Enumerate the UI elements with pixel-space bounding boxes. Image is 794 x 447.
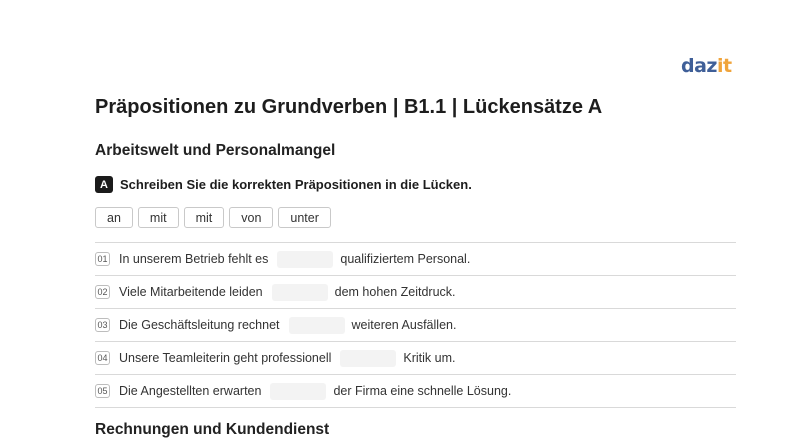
task-instruction: A Schreiben Sie die korrekten Präpositio… [95, 176, 472, 193]
word-chip[interactable]: an [95, 207, 133, 228]
sentence-start: Unsere Teamleiterin geht professionell [119, 351, 332, 365]
section-heading: Rechnungen und Kundendienst [95, 421, 330, 438]
sentence-start: Die Angestellten erwarten [119, 384, 262, 398]
section-heading: Arbeitswelt und Personalmangel [95, 142, 336, 159]
answer-gap[interactable] [340, 349, 397, 367]
sentence-end: der Firma eine schnelle Lösung. [333, 384, 512, 398]
row-number: 04 [95, 351, 110, 365]
task-text: Schreiben Sie die korrekten Präpositione… [120, 177, 472, 192]
dazit-logo: dazit [681, 55, 732, 77]
logo-text-it: it [716, 55, 732, 77]
exercise-row: 04 Unsere Teamleiterin geht professionel… [95, 342, 736, 375]
word-chip[interactable]: von [229, 207, 274, 228]
sentence-end: weiteren Ausfällen. [351, 318, 457, 332]
row-number: 03 [95, 318, 110, 332]
word-chip[interactable]: unter [278, 207, 331, 228]
row-number: 02 [95, 285, 110, 299]
exercise-list: 01 In unserem Betrieb fehlt es qualifizi… [95, 242, 736, 408]
row-number: 01 [95, 252, 110, 266]
sentence-start: Viele Mitarbeitende leiden [119, 285, 263, 299]
answer-gap[interactable] [271, 283, 328, 301]
exercise-row: 03 Die Geschäftsleitung rechnet weiteren… [95, 309, 736, 342]
answer-gap[interactable] [270, 382, 327, 400]
sentence-end: Kritik um. [403, 351, 456, 365]
word-chip[interactable]: mit [137, 207, 179, 228]
sentence-end: qualifiziertem Personal. [340, 252, 471, 266]
answer-gap[interactable] [288, 316, 345, 334]
task-badge: A [95, 176, 113, 193]
answer-gap[interactable] [277, 250, 334, 268]
logo-text-daz: daz [681, 55, 717, 77]
sentence-end: dem hohen Zeitdruck. [334, 285, 456, 299]
exercise-row: 01 In unserem Betrieb fehlt es qualifizi… [95, 243, 736, 276]
sentence-start: In unserem Betrieb fehlt es [119, 252, 269, 266]
exercise-row: 02 Viele Mitarbeitende leiden dem hohen … [95, 276, 736, 309]
exercise-row: 05 Die Angestellten erwarten der Firma e… [95, 375, 736, 408]
row-number: 05 [95, 384, 110, 398]
word-chip[interactable]: mit [183, 207, 225, 228]
sentence-start: Die Geschäftsleitung rechnet [119, 318, 280, 332]
page-title: Präpositionen zu Grundverben | B1.1 | Lü… [95, 96, 603, 118]
word-bank: an mit mit von unter [95, 207, 331, 228]
